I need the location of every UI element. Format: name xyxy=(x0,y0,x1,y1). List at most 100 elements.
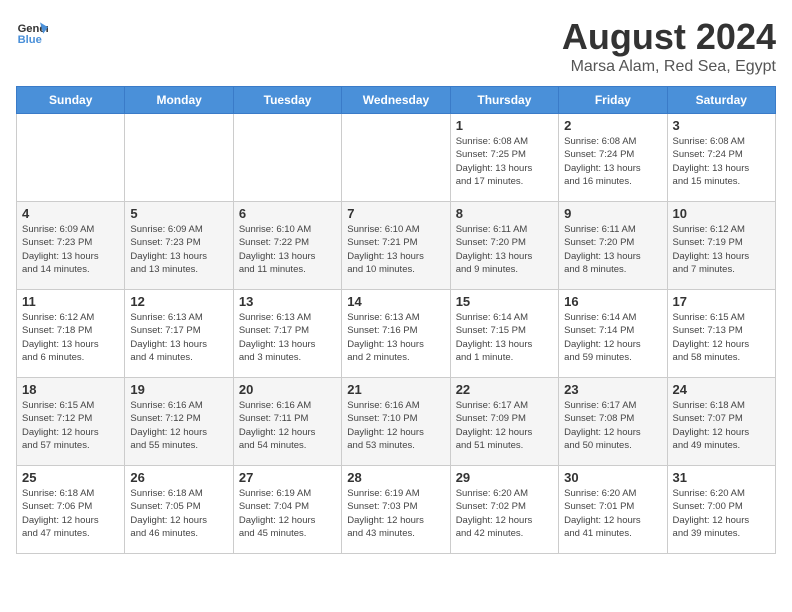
day-info: Sunrise: 6:13 AM Sunset: 7:16 PM Dayligh… xyxy=(347,311,444,364)
calendar-cell: 5Sunrise: 6:09 AM Sunset: 7:23 PM Daylig… xyxy=(125,202,233,290)
day-info: Sunrise: 6:10 AM Sunset: 7:21 PM Dayligh… xyxy=(347,223,444,276)
day-info: Sunrise: 6:20 AM Sunset: 7:01 PM Dayligh… xyxy=(564,487,661,540)
day-number: 18 xyxy=(22,382,119,397)
calendar-cell: 13 Sunrise: 6:13 AM Sunset: 7:17 PM Dayli… xyxy=(233,290,341,378)
logo-icon: General Blue xyxy=(16,16,48,48)
calendar-title: August 2024 xyxy=(562,16,776,58)
day-info: Sunrise: 6:15 AM Sunset: 7:13 PM Dayligh… xyxy=(673,311,770,364)
calendar-cell: 25 Sunrise: 6:18 AM Sunset: 7:06 PM Dayli… xyxy=(17,466,125,554)
day-info: Sunrise: 6:20 AM Sunset: 7:00 PM Dayligh… xyxy=(673,487,770,540)
calendar-cell: 10 Sunrise: 6:12 AM Sunset: 7:19 PM Dayli… xyxy=(667,202,775,290)
day-number: 15 xyxy=(456,294,553,309)
calendar-cell: 23 Sunrise: 6:17 AM Sunset: 7:08 PM Dayli… xyxy=(559,378,667,466)
day-number: 6 xyxy=(239,206,336,221)
day-number: 17 xyxy=(673,294,770,309)
day-number: 11 xyxy=(22,294,119,309)
day-info: Sunrise: 6:08 AM Sunset: 7:24 PM Dayligh… xyxy=(564,135,661,188)
calendar-cell: 7 Sunrise: 6:10 AM Sunset: 7:21 PM Daylig… xyxy=(342,202,450,290)
day-number: 7 xyxy=(347,206,444,221)
day-number: 13 xyxy=(239,294,336,309)
calendar-cell: 9 Sunrise: 6:11 AM Sunset: 7:20 PM Daylig… xyxy=(559,202,667,290)
day-number: 26 xyxy=(130,470,227,485)
day-info: Sunrise: 6:16 AM Sunset: 7:10 PM Dayligh… xyxy=(347,399,444,452)
title-area: August 2024 Marsa Alam, Red Sea, Egypt xyxy=(562,16,776,76)
day-info: Sunrise: 6:14 AM Sunset: 7:14 PM Dayligh… xyxy=(564,311,661,364)
svg-text:Blue: Blue xyxy=(18,34,42,46)
day-info: Sunrise: 6:18 AM Sunset: 7:05 PM Dayligh… xyxy=(130,487,227,540)
calendar-cell: 4Sunrise: 6:09 AM Sunset: 7:23 PM Daylig… xyxy=(17,202,125,290)
day-info: Sunrise: 6:14 AM Sunset: 7:15 PM Dayligh… xyxy=(456,311,553,364)
day-info: Sunrise: 6:13 AM Sunset: 7:17 PM Dayligh… xyxy=(130,311,227,364)
day-info: Sunrise: 6:16 AM Sunset: 7:12 PM Dayligh… xyxy=(130,399,227,452)
calendar-cell: 21 Sunrise: 6:16 AM Sunset: 7:10 PM Dayli… xyxy=(342,378,450,466)
weekday-header: Friday xyxy=(559,87,667,114)
calendar-cell: 29Sunrise: 6:20 AM Sunset: 7:02 PM Dayli… xyxy=(450,466,558,554)
day-number: 25 xyxy=(22,470,119,485)
calendar-week-row: 4Sunrise: 6:09 AM Sunset: 7:23 PM Daylig… xyxy=(17,202,776,290)
calendar-cell: 3Sunrise: 6:08 AM Sunset: 7:24 PM Daylig… xyxy=(667,114,775,202)
calendar-body: 1Sunrise: 6:08 AM Sunset: 7:25 PM Daylig… xyxy=(17,114,776,554)
calendar-cell: 22Sunrise: 6:17 AM Sunset: 7:09 PM Dayli… xyxy=(450,378,558,466)
day-info: Sunrise: 6:08 AM Sunset: 7:25 PM Dayligh… xyxy=(456,135,553,188)
day-info: Sunrise: 6:16 AM Sunset: 7:11 PM Dayligh… xyxy=(239,399,336,452)
day-info: Sunrise: 6:13 AM Sunset: 7:17 PM Dayligh… xyxy=(239,311,336,364)
calendar-cell: 2 Sunrise: 6:08 AM Sunset: 7:24 PM Daylig… xyxy=(559,114,667,202)
calendar-table: SundayMondayTuesdayWednesdayThursdayFrid… xyxy=(16,86,776,554)
calendar-week-row: 11 Sunrise: 6:12 AM Sunset: 7:18 PM Dayli… xyxy=(17,290,776,378)
day-number: 24 xyxy=(673,382,770,397)
calendar-week-row: 25 Sunrise: 6:18 AM Sunset: 7:06 PM Dayli… xyxy=(17,466,776,554)
calendar-cell: 28Sunrise: 6:19 AM Sunset: 7:03 PM Dayli… xyxy=(342,466,450,554)
day-info: Sunrise: 6:19 AM Sunset: 7:04 PM Dayligh… xyxy=(239,487,336,540)
calendar-week-row: 1Sunrise: 6:08 AM Sunset: 7:25 PM Daylig… xyxy=(17,114,776,202)
calendar-header: SundayMondayTuesdayWednesdayThursdayFrid… xyxy=(17,87,776,114)
day-number: 2 xyxy=(564,118,661,133)
day-info: Sunrise: 6:12 AM Sunset: 7:19 PM Dayligh… xyxy=(673,223,770,276)
calendar-cell: 31 Sunrise: 6:20 AM Sunset: 7:00 PM Dayli… xyxy=(667,466,775,554)
calendar-cell: 30 Sunrise: 6:20 AM Sunset: 7:01 PM Dayli… xyxy=(559,466,667,554)
day-info: Sunrise: 6:18 AM Sunset: 7:07 PM Dayligh… xyxy=(673,399,770,452)
day-number: 12 xyxy=(130,294,227,309)
day-number: 31 xyxy=(673,470,770,485)
day-info: Sunrise: 6:09 AM Sunset: 7:23 PM Dayligh… xyxy=(22,223,119,276)
calendar-cell: 19 Sunrise: 6:16 AM Sunset: 7:12 PM Dayli… xyxy=(125,378,233,466)
header: General Blue August 2024 Marsa Alam, Red… xyxy=(16,16,776,76)
day-info: Sunrise: 6:17 AM Sunset: 7:08 PM Dayligh… xyxy=(564,399,661,452)
calendar-cell: 15 Sunrise: 6:14 AM Sunset: 7:15 PM Dayli… xyxy=(450,290,558,378)
calendar-subtitle: Marsa Alam, Red Sea, Egypt xyxy=(562,58,776,76)
day-number: 5 xyxy=(130,206,227,221)
day-number: 27 xyxy=(239,470,336,485)
day-number: 23 xyxy=(564,382,661,397)
weekday-header: Saturday xyxy=(667,87,775,114)
day-info: Sunrise: 6:11 AM Sunset: 7:20 PM Dayligh… xyxy=(564,223,661,276)
calendar-cell: 6Sunrise: 6:10 AM Sunset: 7:22 PM Daylig… xyxy=(233,202,341,290)
day-info: Sunrise: 6:19 AM Sunset: 7:03 PM Dayligh… xyxy=(347,487,444,540)
weekday-header: Tuesday xyxy=(233,87,341,114)
day-number: 19 xyxy=(130,382,227,397)
day-info: Sunrise: 6:17 AM Sunset: 7:09 PM Dayligh… xyxy=(456,399,553,452)
day-info: Sunrise: 6:15 AM Sunset: 7:12 PM Dayligh… xyxy=(22,399,119,452)
calendar-cell: 11 Sunrise: 6:12 AM Sunset: 7:18 PM Dayli… xyxy=(17,290,125,378)
weekday-header: Wednesday xyxy=(342,87,450,114)
calendar-cell: 26 Sunrise: 6:18 AM Sunset: 7:05 PM Dayli… xyxy=(125,466,233,554)
day-info: Sunrise: 6:20 AM Sunset: 7:02 PM Dayligh… xyxy=(456,487,553,540)
day-number: 30 xyxy=(564,470,661,485)
day-number: 21 xyxy=(347,382,444,397)
day-number: 9 xyxy=(564,206,661,221)
day-number: 10 xyxy=(673,206,770,221)
calendar-week-row: 18 Sunrise: 6:15 AM Sunset: 7:12 PM Dayli… xyxy=(17,378,776,466)
day-info: Sunrise: 6:08 AM Sunset: 7:24 PM Dayligh… xyxy=(673,135,770,188)
calendar-cell xyxy=(125,114,233,202)
day-number: 20 xyxy=(239,382,336,397)
calendar-cell xyxy=(17,114,125,202)
day-info: Sunrise: 6:12 AM Sunset: 7:18 PM Dayligh… xyxy=(22,311,119,364)
calendar-cell: 17 Sunrise: 6:15 AM Sunset: 7:13 PM Dayli… xyxy=(667,290,775,378)
day-number: 16 xyxy=(564,294,661,309)
calendar-cell: 12 Sunrise: 6:13 AM Sunset: 7:17 PM Dayli… xyxy=(125,290,233,378)
day-info: Sunrise: 6:11 AM Sunset: 7:20 PM Dayligh… xyxy=(456,223,553,276)
calendar-cell: 24 Sunrise: 6:18 AM Sunset: 7:07 PM Dayli… xyxy=(667,378,775,466)
logo: General Blue xyxy=(16,16,52,48)
day-info: Sunrise: 6:18 AM Sunset: 7:06 PM Dayligh… xyxy=(22,487,119,540)
calendar-cell: 1Sunrise: 6:08 AM Sunset: 7:25 PM Daylig… xyxy=(450,114,558,202)
weekday-header: Monday xyxy=(125,87,233,114)
calendar-cell: 14Sunrise: 6:13 AM Sunset: 7:16 PM Dayli… xyxy=(342,290,450,378)
